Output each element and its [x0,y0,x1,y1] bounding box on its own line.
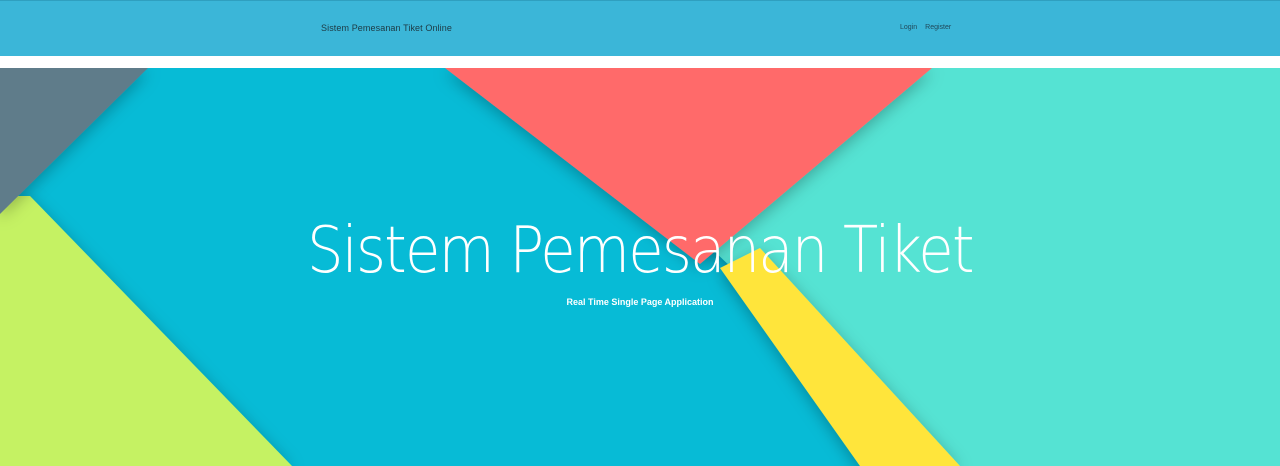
top-navbar: Sistem Pemesanan Tiket Online Login Regi… [0,0,1280,56]
nav-links: Login Register [900,24,951,31]
brand-link[interactable]: Sistem Pemesanan Tiket Online [321,23,452,33]
navbar-divider [0,56,1280,68]
hero-banner: Sistem Pemesanan Tiket Real Time Single … [0,68,1280,466]
register-link[interactable]: Register [925,24,951,31]
hero-subtitle: Real Time Single Page Application [566,297,714,307]
login-link[interactable]: Login [900,24,917,31]
hero-title: Sistem Pemesanan Tiket [307,214,975,288]
